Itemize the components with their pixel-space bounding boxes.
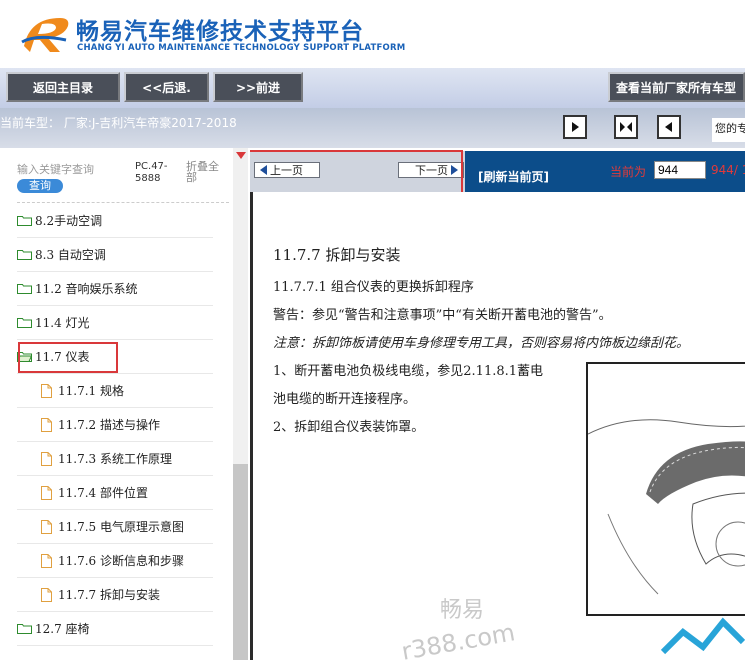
document-icon bbox=[41, 383, 52, 398]
document-icon bbox=[41, 519, 52, 534]
document-icon bbox=[41, 587, 52, 602]
collapse-all-link[interactable]: 折叠全部 bbox=[186, 161, 226, 183]
tree-doc-item[interactable]: 11.7.4 部件位置 bbox=[17, 476, 213, 510]
back-button[interactable]: <<后退. bbox=[124, 72, 209, 102]
tree-doc-item[interactable]: 11.7.2 描述与操作 bbox=[17, 408, 213, 442]
all-models-button[interactable]: 查看当前厂家所有车型 bbox=[608, 72, 745, 102]
tree-item-label: 8.3 自动空调 bbox=[35, 248, 106, 262]
tree-item-label: 11.4 灯光 bbox=[35, 316, 90, 330]
document-icon bbox=[41, 485, 52, 500]
view-single-button[interactable] bbox=[563, 115, 587, 139]
tree-item-label: 11.7.5 电气原理示意图 bbox=[58, 520, 184, 534]
tree-folder-item[interactable]: 11.4 灯光 bbox=[17, 306, 213, 340]
tree-doc-item[interactable]: 11.7.7 拆卸与安装 bbox=[17, 578, 213, 612]
doc-heading: 11.7.7 拆卸与安装 bbox=[273, 246, 401, 264]
tree-folder-item[interactable]: 8.3 自动空调 bbox=[17, 238, 213, 272]
split-arrow-icon[interactable] bbox=[236, 152, 246, 159]
folder-icon bbox=[17, 624, 32, 634]
tree-folder-item[interactable]: 12.7 座椅 bbox=[17, 612, 213, 646]
home-button[interactable]: 返回主目录 bbox=[6, 72, 120, 102]
folder-icon bbox=[17, 318, 32, 328]
tree-item-label: 11.7.1 规格 bbox=[58, 384, 124, 398]
dashboard-illustration-icon bbox=[588, 419, 745, 595]
highlight-box bbox=[250, 150, 463, 195]
dashboard-diagram bbox=[586, 362, 745, 616]
current-page-label: 当前为 bbox=[610, 165, 647, 179]
tree-folder-item[interactable]: 8.2手动空调 bbox=[17, 204, 213, 238]
header: 畅易汽车维修技术支持平台 CHANG YI AUTO MAINTENANCE T… bbox=[0, 0, 745, 68]
tree-item-label: 11.7.2 描述与操作 bbox=[58, 418, 160, 432]
sidebar: 查询 PC.47-5888 折叠全部 8.2手动空调 8.3 自动空调 11.2 音… bbox=[0, 148, 250, 660]
watermark-url: r388.com bbox=[399, 618, 518, 660]
tree-doc-item[interactable]: 11.7.6 诊断信息和步骤 bbox=[17, 544, 213, 578]
doc-step-1b: 池电缆的断开连接程序。 bbox=[273, 392, 417, 407]
folder-icon bbox=[17, 216, 32, 226]
doc-subheading: 11.7.7.1 组合仪表的更换拆卸程序 bbox=[273, 280, 474, 295]
divider bbox=[17, 202, 229, 203]
brand-subtitle: CHANG YI AUTO MAINTENANCE TECHNOLOGY SUP… bbox=[77, 43, 406, 53]
tree-item-label: 11.7.4 部件位置 bbox=[58, 486, 148, 500]
document-view: 11.7.7 拆卸与安装 11.7.7.1 组合仪表的更换拆卸程序 警告：参见“… bbox=[250, 192, 745, 660]
main-panel: 上一页 下一页 [刷新当前页] 当前为 944/ 1 11.7.7 拆卸与安装 … bbox=[250, 148, 745, 660]
doc-step-2: 2、拆卸组合仪表装饰罩。 bbox=[273, 420, 425, 435]
tree-item-label: 11.2 音响娱乐系统 bbox=[35, 282, 138, 296]
total-pages: 944/ 1 bbox=[711, 163, 745, 177]
arrow-right-icon bbox=[572, 122, 579, 132]
folder-icon bbox=[17, 284, 32, 294]
document-icon bbox=[41, 553, 52, 568]
model-code: PC.47-5888 bbox=[135, 161, 168, 184]
doc-warning: 警告：参见“警告和注意事项”中“有关断开蓄电池的警告”。 bbox=[273, 308, 612, 323]
scrollbar-thumb[interactable] bbox=[233, 464, 248, 660]
page-number-input[interactable] bbox=[654, 161, 706, 179]
tree-folder-item[interactable]: 11.2 音响娱乐系统 bbox=[17, 272, 213, 306]
info-strip: 当前车型： 厂家:J-吉利汽车帝豪2017-2018 您的专 bbox=[0, 108, 745, 148]
tree-doc-item[interactable]: 11.7.3 系统工作原理 bbox=[17, 442, 213, 476]
brand-title: 畅易汽车维修技术支持平台 bbox=[76, 19, 364, 45]
arrow-left-icon bbox=[665, 122, 672, 132]
view-left-button[interactable] bbox=[657, 115, 681, 139]
forward-button[interactable]: >>前进 bbox=[213, 72, 303, 102]
document-icon bbox=[41, 417, 52, 432]
tree-item-label: 8.2手动空调 bbox=[35, 214, 103, 228]
current-model-label: 当前车型： 厂家:J-吉利汽车帝豪2017-2018 bbox=[0, 116, 237, 130]
tree-doc-item[interactable]: 11.7.5 电气原理示意图 bbox=[17, 510, 213, 544]
logo-icon bbox=[21, 18, 69, 52]
folder-icon bbox=[17, 250, 32, 260]
user-greeting: 您的专 bbox=[712, 118, 745, 142]
split-arrows-icon bbox=[620, 122, 632, 132]
view-split-button[interactable] bbox=[614, 115, 638, 139]
watermark-logo-icon bbox=[660, 617, 745, 655]
document-icon bbox=[41, 451, 52, 466]
tree-doc-item[interactable]: 11.7.1 规格 bbox=[17, 374, 213, 408]
tree-list: 8.2手动空调 8.3 自动空调 11.2 音响娱乐系统 11.4 灯光 11.7 仪表… bbox=[17, 204, 213, 646]
watermark-text: 畅易 bbox=[440, 598, 485, 623]
doc-step-1a: 1、断开蓄电池负极线电缆，参见2.11.8.1蓄电 bbox=[273, 364, 544, 379]
highlight-box bbox=[18, 342, 118, 373]
search-input[interactable] bbox=[17, 162, 109, 178]
search-button[interactable]: 查询 bbox=[17, 179, 63, 193]
tree-item-label: 11.7.7 拆卸与安装 bbox=[58, 588, 160, 602]
toolbar: 返回主目录 <<后退. >>前进 查看当前厂家所有车型 bbox=[0, 68, 745, 108]
doc-caution: 注意：拆卸饰板请使用车身修理专用工具，否则容易将内饰板边缘刮花。 bbox=[273, 336, 690, 351]
tree-item-label: 12.7 座椅 bbox=[35, 622, 90, 636]
tree-item-label: 11.7.6 诊断信息和步骤 bbox=[58, 554, 184, 568]
tree-item-label: 11.7.3 系统工作原理 bbox=[58, 452, 172, 466]
refresh-page-link[interactable]: [刷新当前页] bbox=[478, 168, 549, 185]
